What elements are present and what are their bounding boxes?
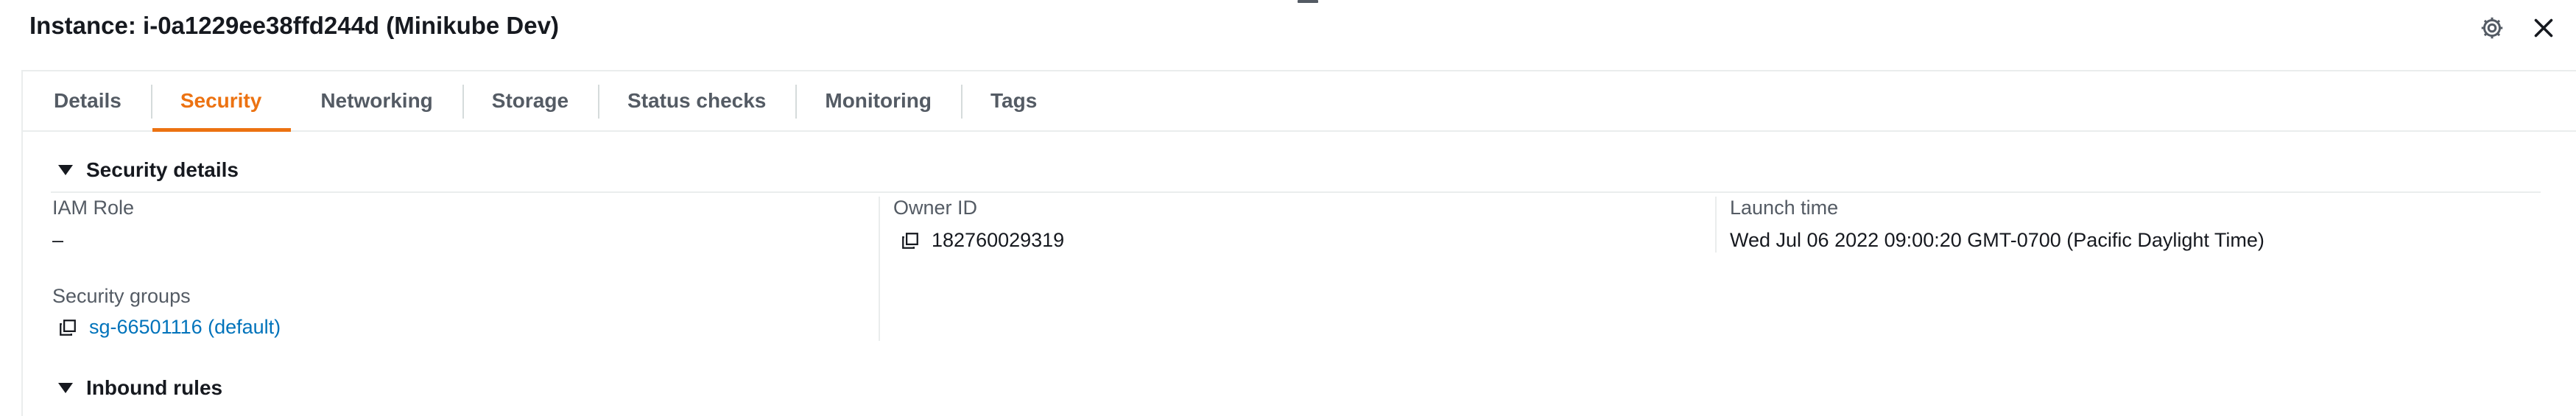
security-groups-label: Security groups [52,285,191,307]
security-groups-value: sg-66501116 (default) [58,316,281,339]
owner-id-text: 182760029319 [932,229,1065,251]
launch-time-value: Wed Jul 06 2022 09:00:20 GMT-0700 (Pacif… [1730,229,2264,251]
tab-monitoring[interactable]: Monitoring [795,71,961,130]
tab-networking[interactable]: Networking [291,71,462,130]
iam-role-label: IAM Role [52,197,135,219]
owner-id-label: Owner ID [893,197,978,219]
tab-security[interactable]: Security [150,71,292,132]
iam-role-value: – [52,229,64,251]
tab-status-checks[interactable]: Status checks [598,71,795,130]
section-divider [51,191,2541,193]
security-details-heading: Security details [86,158,239,181]
column-owner: Owner ID 182760029319 [879,197,1717,341]
column-launch: Launch time Wed Jul 06 2022 09:00:20 GMT… [1715,197,2512,253]
tab-storage[interactable]: Storage [462,71,598,130]
security-group-link[interactable]: sg-66501116 (default) [89,316,281,339]
tab-bar: Details Security Networking Storage Stat… [23,71,2576,132]
inbound-rules-toggle[interactable]: Inbound rules [58,376,222,400]
gear-icon[interactable] [2479,15,2505,41]
caret-down-icon [58,165,73,175]
instance-detail-panel: Details Security Networking Storage Stat… [21,70,2576,416]
panel-header: Instance: i-0a1229ee38ffd244d (Minikube … [0,0,2576,59]
page-title: Instance: i-0a1229ee38ffd244d (Minikube … [29,12,559,39]
security-details-toggle[interactable]: Security details [58,158,239,182]
owner-id-value: 182760029319 [901,229,1064,252]
tab-tags[interactable]: Tags [961,71,1066,130]
caret-down-icon [58,383,73,393]
copy-icon[interactable] [58,318,77,337]
launch-time-label: Launch time [1730,197,1839,219]
tab-details[interactable]: Details [23,71,151,130]
copy-icon[interactable] [901,231,920,250]
inbound-rules-heading: Inbound rules [86,376,223,399]
close-icon[interactable] [2530,15,2557,41]
column-iam: IAM Role – Security groups sg-66501116 (… [52,197,898,341]
